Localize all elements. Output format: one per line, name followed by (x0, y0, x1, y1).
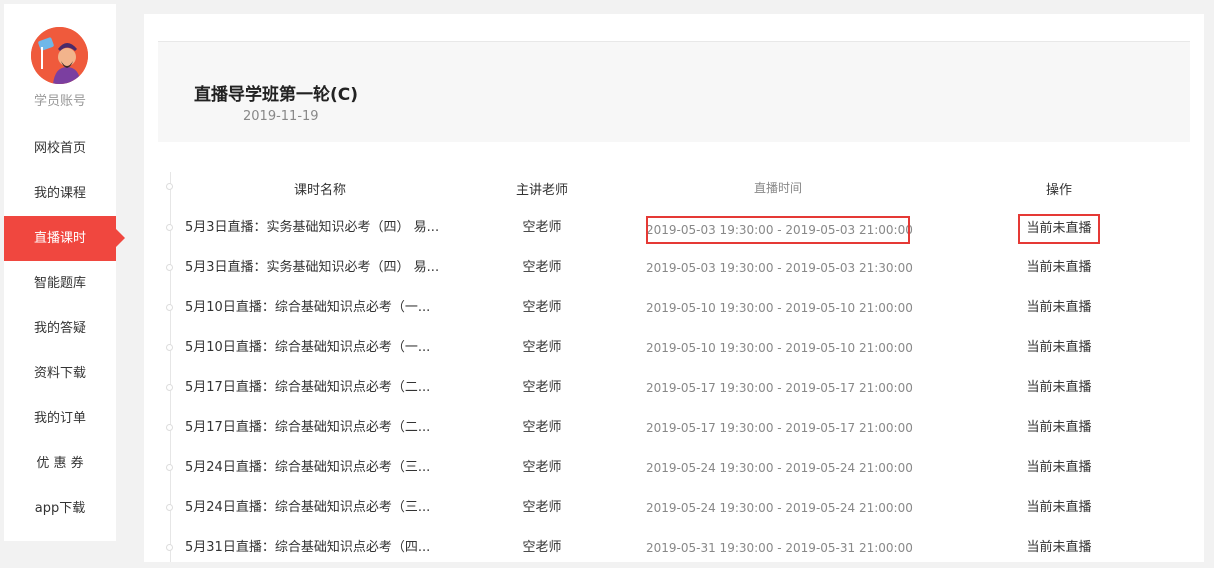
account-label: 学员账号 (33, 94, 86, 109)
column-header-action: 操作 (1045, 183, 1072, 198)
teacher-name: 空老师 (522, 460, 562, 475)
column-header-name: 课时名称 (293, 183, 346, 198)
course-title: 直播导学班第一轮(C) (194, 85, 359, 105)
column-header-teacher: 主讲老师 (515, 183, 568, 198)
live-time: 2019-05-17 19:30:00 - 2019-05-17 21:00:0… (646, 421, 913, 435)
avatar[interactable] (31, 27, 88, 84)
teacher-name: 空老师 (522, 420, 562, 435)
column-header-time: 直播时间 (753, 181, 802, 195)
table-row: 5月24日直播：综合基础知识点必考（三... 空老师 2019-05-24 19… (0, 488, 1214, 528)
teacher-name: 空老师 (522, 220, 562, 235)
teacher-name: 空老师 (522, 380, 562, 395)
lesson-name[interactable]: 5月10日直播：综合基础知识点必考（一... (185, 288, 470, 328)
table-row: 5月10日直播：综合基础知识点必考（一... 空老师 2019-05-10 19… (0, 288, 1214, 328)
live-time: 2019-05-10 19:30:00 - 2019-05-10 21:00:0… (646, 341, 913, 355)
course-header: 直播导学班第一轮(C) 2019-11-19 (158, 42, 1190, 142)
teacher-name: 空老师 (522, 540, 562, 555)
live-time: 2019-05-17 19:30:00 - 2019-05-17 21:00:0… (646, 381, 913, 395)
table-row: 5月31日直播：综合基础知识点必考（四... 空老师 2019-05-31 19… (0, 528, 1214, 562)
lesson-name[interactable]: 5月17日直播：综合基础知识点必考（二... (185, 368, 470, 408)
live-time: 2019-05-31 19:30:00 - 2019-05-31 21:00:0… (646, 541, 913, 555)
course-date: 2019-11-19 (243, 109, 319, 124)
action-status[interactable]: 当前未直播 (1018, 368, 1100, 408)
action-status[interactable]: 当前未直播 (1018, 408, 1100, 448)
action-status[interactable]: 当前未直播 (1018, 248, 1100, 288)
avatar-icon (31, 27, 88, 84)
table-row: 5月10日直播：综合基础知识点必考（一... 空老师 2019-05-10 19… (0, 328, 1214, 368)
teacher-name: 空老师 (522, 340, 562, 355)
table-row: 5月3日直播：实务基础知识必考（四） 易... 空老师 2019-05-03 1… (0, 248, 1214, 288)
live-time: 2019-05-03 19:30:00 - 2019-05-03 21:00:0… (646, 216, 913, 244)
lesson-name[interactable]: 5月3日直播：实务基础知识必考（四） 易... (185, 208, 470, 248)
lesson-name[interactable]: 5月24日直播：综合基础知识点必考（三... (185, 488, 470, 528)
live-time: 2019-05-24 19:30:00 - 2019-05-24 21:00:0… (646, 501, 913, 515)
lesson-name[interactable]: 5月10日直播：综合基础知识点必考（一... (185, 328, 470, 368)
teacher-name: 空老师 (522, 500, 562, 515)
teacher-name: 空老师 (522, 300, 562, 315)
action-status[interactable]: 当前未直播 (1018, 328, 1100, 368)
table-row: 5月3日直播：实务基础知识必考（四） 易... 空老师 2019-05-03 1… (0, 208, 1214, 248)
table-row: 5月24日直播：综合基础知识点必考（三... 空老师 2019-05-24 19… (0, 448, 1214, 488)
action-status[interactable]: 当前未直播 (1018, 488, 1100, 528)
action-status[interactable]: 当前未直播 (1018, 214, 1100, 244)
live-time: 2019-05-10 19:30:00 - 2019-05-10 21:00:0… (646, 301, 913, 315)
timeline-node (166, 183, 173, 190)
lesson-name[interactable]: 5月17日直播：综合基础知识点必考（二... (185, 408, 470, 448)
sidebar-item-home[interactable]: 网校首页 (4, 126, 116, 171)
teacher-name: 空老师 (522, 260, 562, 275)
table-row: 5月17日直播：综合基础知识点必考（二... 空老师 2019-05-17 19… (0, 368, 1214, 408)
lesson-name[interactable]: 5月24日直播：综合基础知识点必考（三... (185, 448, 470, 488)
live-time: 2019-05-03 19:30:00 - 2019-05-03 21:30:0… (646, 261, 913, 275)
action-status[interactable]: 当前未直播 (1018, 448, 1100, 488)
table-row: 5月17日直播：综合基础知识点必考（二... 空老师 2019-05-17 19… (0, 408, 1214, 448)
live-time: 2019-05-24 19:30:00 - 2019-05-24 21:00:0… (646, 461, 913, 475)
action-status[interactable]: 当前未直播 (1018, 528, 1100, 568)
action-status[interactable]: 当前未直播 (1018, 288, 1100, 328)
lesson-name[interactable]: 5月31日直播：综合基础知识点必考（四... (185, 528, 470, 568)
lesson-name[interactable]: 5月3日直播：实务基础知识必考（四） 易... (185, 248, 470, 288)
